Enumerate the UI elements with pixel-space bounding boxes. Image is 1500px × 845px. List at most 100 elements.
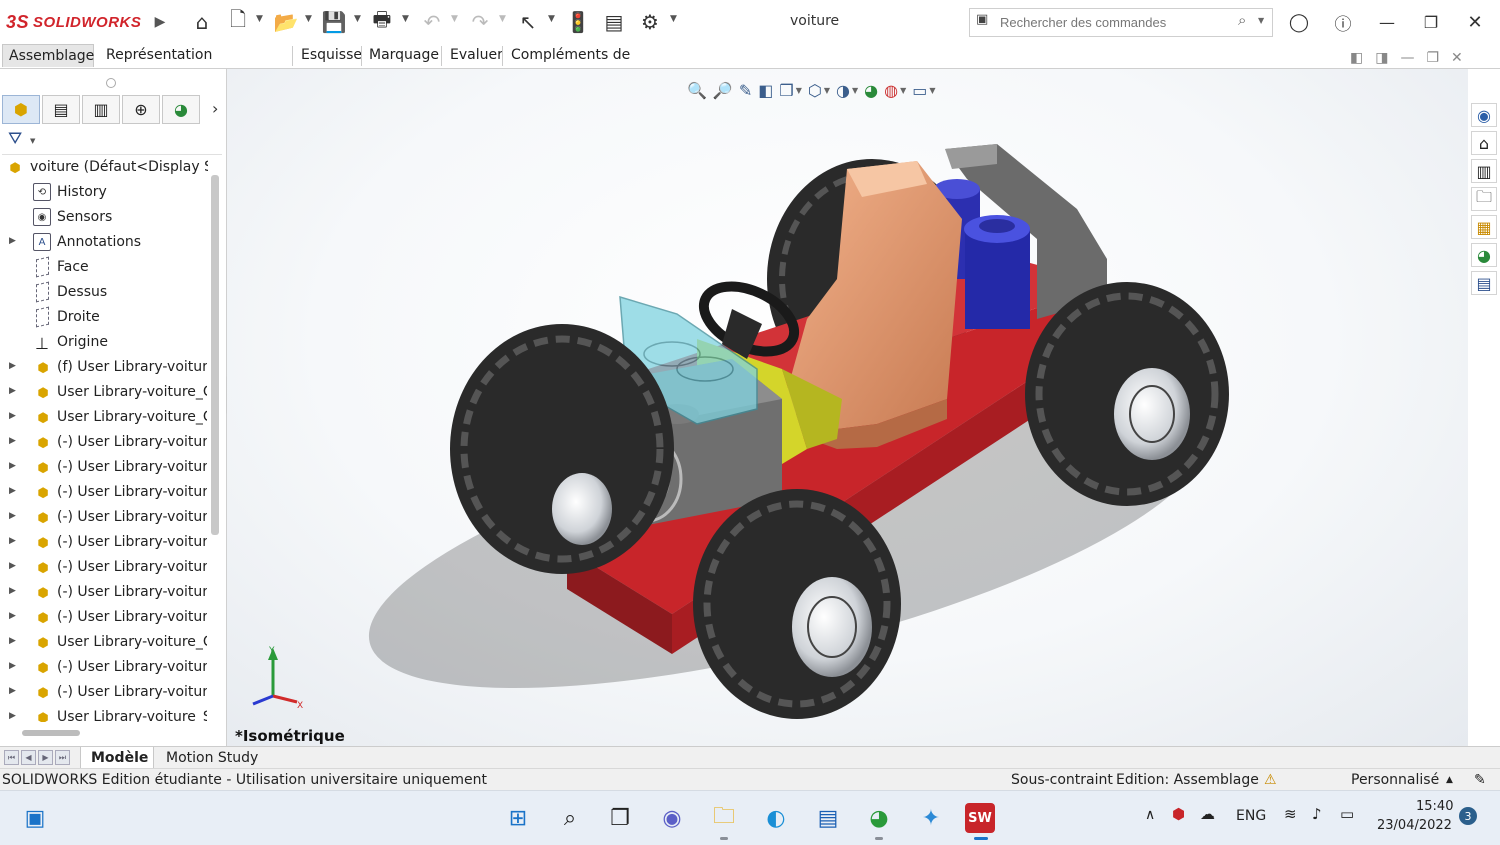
status-units[interactable]: Personnalisé: [1351, 772, 1439, 788]
tree-item-face[interactable]: Face: [0, 256, 210, 280]
last-tab-arrow-icon[interactable]: ⏭: [55, 750, 70, 765]
clock-time[interactable]: 15:40: [1416, 799, 1453, 814]
expand-arrow-icon[interactable]: ▶: [9, 511, 16, 521]
tree-item-component[interactable]: ▶ ⬢ (-) User Library-voiture_I: [0, 581, 210, 605]
file-explorer-icon[interactable]: 🗀: [1471, 187, 1497, 211]
tab-esquisse[interactable]: Esquisse: [295, 44, 362, 67]
chrome-icon[interactable]: ◕: [862, 801, 896, 835]
dimxpert-tab-icon[interactable]: ⊕: [122, 95, 160, 124]
tree-item-component[interactable]: ▶ ⬢ (-) User Library-voiture_J: [0, 431, 210, 455]
help-icon[interactable]: ⓘ: [1328, 10, 1358, 35]
store-icon[interactable]: ▤: [811, 801, 845, 835]
open-folder-icon[interactable]: 📂: [272, 8, 300, 36]
expand-arrow-icon[interactable]: ▶: [9, 711, 16, 721]
graphics-viewport[interactable]: 🔍 🔎 ✎ ◧ ❒ ▼ ⬡ ▼ ◑ ▼ ◕ ◍ ▼ ▭ ▼ Y X *Isomé…: [227, 69, 1468, 746]
tree-item-component[interactable]: ▶ ⬢ (f) User Library-voiture_F: [0, 356, 210, 380]
tree-scrollbar[interactable]: [211, 175, 219, 535]
undo-icon[interactable]: ↶: [418, 8, 446, 36]
tab-assemblage[interactable]: Assemblage: [2, 44, 94, 67]
expand-arrow-icon[interactable]: ▶: [9, 661, 16, 671]
doc-minimize-icon[interactable]: —: [1400, 50, 1414, 70]
user-account-icon[interactable]: ◯: [1284, 10, 1314, 34]
solidworks-resources-icon[interactable]: ◉: [1471, 103, 1497, 127]
widgets-icon[interactable]: ▣: [18, 801, 52, 835]
open-caret-icon[interactable]: ▼: [305, 14, 312, 24]
expand-arrow-icon[interactable]: ▶: [9, 411, 16, 421]
front-left-wheel[interactable]: [450, 324, 674, 574]
close-window-button[interactable]: ✕: [1460, 10, 1490, 34]
tree-item-dessus[interactable]: Dessus: [0, 281, 210, 305]
next-tab-arrow-icon[interactable]: ▶: [38, 750, 53, 765]
first-tab-arrow-icon[interactable]: ⏮: [4, 750, 19, 765]
propertymanager-tab-icon[interactable]: ▤: [42, 95, 80, 124]
expand-arrow-icon[interactable]: ▶: [9, 636, 16, 646]
tree-item-component[interactable]: ▶ ⬢ (-) User Library-voiture_I: [0, 556, 210, 580]
options-gear-icon[interactable]: ⚙: [636, 8, 664, 36]
split-left-icon[interactable]: ◧: [1350, 50, 1363, 70]
tree-horizontal-scrollbar[interactable]: [22, 730, 80, 736]
expand-arrow-icon[interactable]: ▶: [9, 561, 16, 571]
print-icon[interactable]: 🖶: [368, 7, 396, 36]
menu-expand-arrow-icon[interactable]: ▶: [146, 8, 174, 36]
undo-caret-icon[interactable]: ▼: [451, 14, 458, 24]
view-palette-icon[interactable]: ▦: [1471, 215, 1497, 239]
home-pane-icon[interactable]: ⌂: [1471, 131, 1497, 155]
start-menu-icon[interactable]: ⊞: [501, 801, 535, 835]
prev-tab-arrow-icon[interactable]: ◀: [21, 750, 36, 765]
expand-arrow-icon[interactable]: ▶: [9, 486, 16, 496]
chat-icon[interactable]: ◉: [655, 801, 689, 835]
search-taskbar-icon[interactable]: ⌕: [553, 801, 587, 835]
configurationmanager-tab-icon[interactable]: ▥: [82, 95, 120, 124]
options-caret-icon[interactable]: ▼: [670, 14, 677, 24]
notification-badge[interactable]: 3: [1459, 807, 1477, 825]
volume-icon[interactable]: ♪: [1312, 805, 1322, 823]
expand-arrow-icon[interactable]: ▶: [9, 236, 16, 246]
battery-icon[interactable]: ▭: [1340, 805, 1354, 823]
doc-close-icon[interactable]: ✕: [1451, 50, 1463, 70]
search-icon[interactable]: ⌕: [1238, 11, 1246, 29]
tree-item-component[interactable]: ▶ ⬢ User Library-voiture_Sur: [0, 706, 210, 722]
file-explorer-taskbar-icon[interactable]: 🗀: [707, 801, 741, 835]
language-indicator[interactable]: ENG: [1236, 808, 1266, 824]
expand-arrow-icon[interactable]: ▶: [9, 586, 16, 596]
tree-item-component[interactable]: ▶ ⬢ User Library-voiture_Cha: [0, 381, 210, 405]
tray-solidworks-icon[interactable]: ⬢: [1172, 805, 1185, 823]
design-library-icon[interactable]: ▥: [1471, 159, 1497, 183]
custom-properties-icon[interactable]: ▤: [1471, 271, 1497, 295]
new-caret-icon[interactable]: ▼: [256, 14, 263, 24]
tree-item-component[interactable]: ▶ ⬢ (-) User Library-voiture_I: [0, 531, 210, 555]
tree-item-droite[interactable]: Droite: [0, 306, 210, 330]
restore-window-button[interactable]: ❐: [1416, 10, 1446, 34]
displaymanager-tab-icon[interactable]: ◕: [162, 95, 200, 124]
filter-caret-icon[interactable]: ▼: [30, 137, 35, 145]
units-caret-icon[interactable]: ▲: [1446, 775, 1453, 785]
solidworks-logo[interactable]: 3S SOLIDWORKS: [6, 9, 141, 35]
car-3d-model[interactable]: [227, 69, 1468, 746]
tree-item-component[interactable]: ▶ ⬢ (-) User Library-voiture_J: [0, 481, 210, 505]
select-caret-icon[interactable]: ▼: [548, 14, 555, 24]
print-caret-icon[interactable]: ▼: [402, 14, 409, 24]
tree-item-sensors[interactable]: ◉ Sensors: [0, 206, 210, 230]
clock-date[interactable]: 23/04/2022: [1377, 818, 1452, 833]
expand-arrow-icon[interactable]: ▶: [9, 361, 16, 371]
tree-item-component[interactable]: ▶ ⬢ (-) User Library-voiture_I: [0, 681, 210, 705]
search-caret-icon[interactable]: ▼: [1258, 16, 1264, 25]
tree-item-component[interactable]: ▶ ⬢ (-) User Library-voiture_J: [0, 506, 210, 530]
command-search-box[interactable]: ▣ ⌕ ▼: [969, 8, 1273, 37]
task-view-icon[interactable]: ❐: [603, 801, 637, 835]
more-tabs-chevron-icon[interactable]: ›: [212, 99, 218, 118]
tree-item-component[interactable]: ▶ ⬢ User Library-voiture_Coi: [0, 631, 210, 655]
tab-evaluer[interactable]: Evaluer: [444, 44, 503, 67]
onedrive-cloud-icon[interactable]: ☁: [1200, 805, 1215, 823]
doc-restore-icon[interactable]: ❐: [1426, 50, 1439, 70]
tree-item-component[interactable]: ▶ ⬢ User Library-voiture_Cha: [0, 406, 210, 430]
file-properties-icon[interactable]: ▤: [600, 8, 628, 36]
tab-motion-study[interactable]: Motion Study 1: [156, 747, 274, 788]
tree-item-history[interactable]: ⟲ History: [0, 181, 210, 205]
appearances-icon[interactable]: ◕: [1471, 243, 1497, 267]
home-icon[interactable]: ⌂: [188, 8, 216, 36]
tree-item-component[interactable]: ▶ ⬢ (-) User Library-voiture_I: [0, 656, 210, 680]
edge-browser-icon[interactable]: ◐: [759, 801, 793, 835]
tray-chevron-icon[interactable]: ∧: [1145, 807, 1155, 823]
save-icon[interactable]: 💾: [320, 8, 348, 36]
